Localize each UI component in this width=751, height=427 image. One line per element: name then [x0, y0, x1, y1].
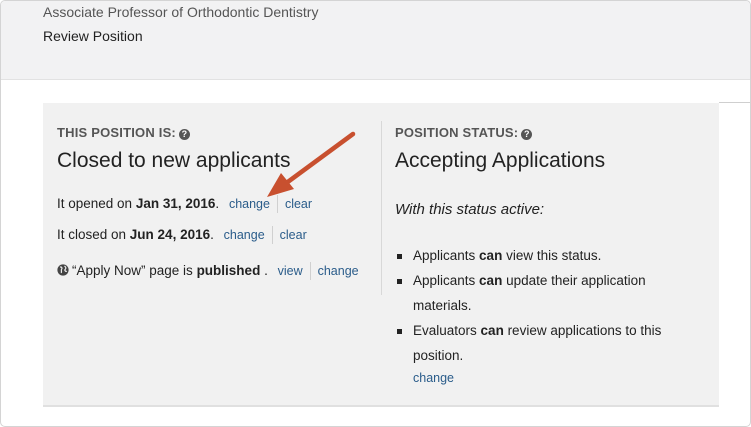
closed-clear-link[interactable]: clear [280, 228, 307, 242]
closed-prefix: It closed on [57, 227, 130, 242]
apply-state: published [196, 263, 261, 278]
apply-suffix: . [260, 263, 268, 278]
position-is-label: THIS POSITION IS:? [57, 125, 190, 140]
page-subtitle: Review Position [43, 28, 143, 44]
position-panel: THIS POSITION IS:? Closed to new applica… [43, 103, 719, 407]
window-frame: Associate Professor of Orthodontic Denti… [0, 0, 751, 427]
opened-line: It opened on Jan 31, 2016. change clear [57, 195, 312, 213]
list-item: Applicants can view this status. [395, 243, 705, 268]
status-state: Accepting Applications [395, 149, 606, 172]
apply-change-link[interactable]: change [318, 264, 359, 278]
divider-rule [719, 102, 750, 103]
list-item: Evaluators can review applications to th… [395, 318, 705, 368]
link-separator [309, 262, 311, 280]
help-icon[interactable]: ? [521, 129, 533, 140]
status-intro: With this status active: [395, 201, 545, 218]
apply-prefix: “Apply Now” page is [72, 263, 197, 278]
list-item: Applicants can update their application … [395, 268, 705, 318]
closed-change-link[interactable]: change [224, 228, 265, 242]
link-separator [276, 195, 278, 213]
help-icon[interactable]: ? [178, 129, 190, 140]
status-permissions-list: Applicants can view this status. Applica… [395, 243, 705, 368]
position-status-label-text: POSITION STATUS: [395, 125, 519, 140]
opened-prefix: It opened on [57, 196, 136, 211]
apply-view-link[interactable]: view [278, 264, 303, 278]
globe-icon [57, 264, 69, 276]
opened-change-link[interactable]: change [229, 197, 270, 211]
closed-line: It closed on Jun 24, 2016. change clear [57, 226, 307, 244]
status-change-link[interactable]: change [413, 371, 454, 385]
opened-date: Jan 31, 2016 [135, 196, 216, 211]
column-divider [381, 121, 382, 295]
opened-clear-link[interactable]: clear [285, 197, 312, 211]
link-separator [271, 226, 273, 244]
position-is-label-text: THIS POSITION IS: [57, 125, 176, 140]
position-status-label: POSITION STATUS:? [395, 125, 533, 140]
closed-date: Jun 24, 2016 [129, 227, 211, 242]
position-title: Associate Professor of Orthodontic Denti… [43, 4, 319, 20]
page-header: Associate Professor of Orthodontic Denti… [1, 1, 750, 80]
opened-period: . [215, 196, 220, 211]
apply-now-line: “Apply Now” page is published . view chan… [57, 262, 359, 280]
position-state: Closed to new applicants [57, 149, 291, 172]
closed-period: . [210, 227, 214, 242]
